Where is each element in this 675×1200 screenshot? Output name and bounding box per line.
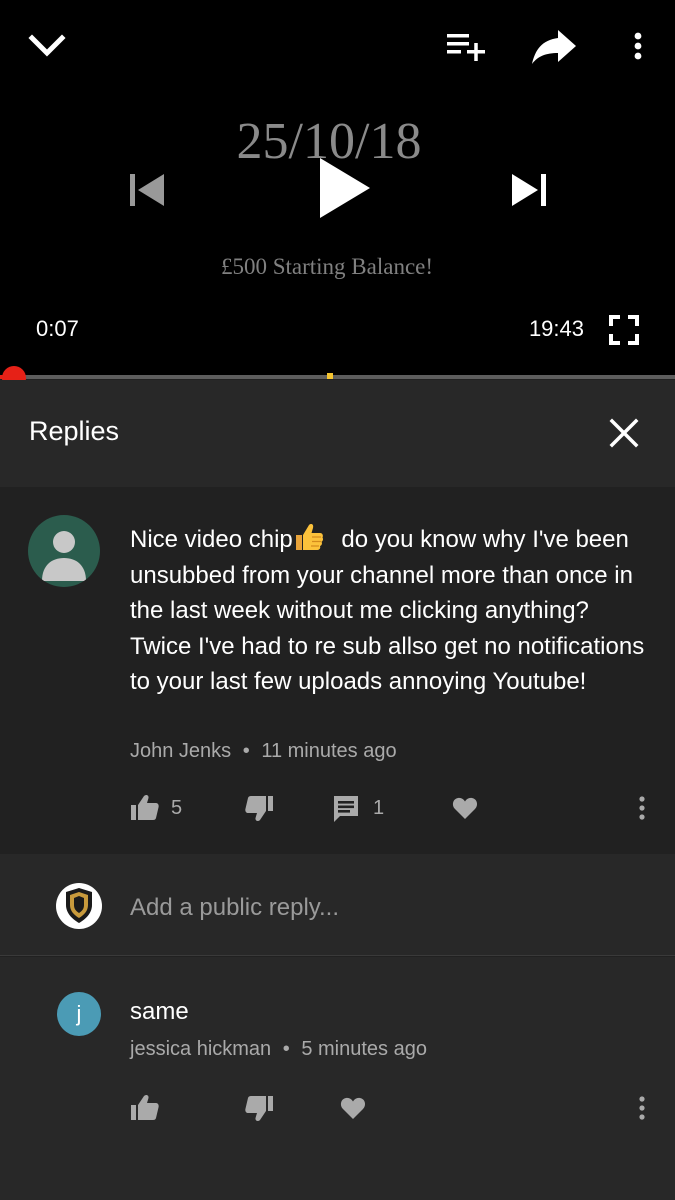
avatar[interactable] xyxy=(28,515,100,587)
comment-icon xyxy=(334,796,358,822)
more-vert-icon xyxy=(639,1096,645,1120)
comment-text-part1: Nice video chip xyxy=(130,526,293,553)
duration-time: 19:43 xyxy=(528,316,584,341)
reply-meta: jessica hickman • 5 minutes ago xyxy=(130,1038,427,1061)
meta-separator: • xyxy=(242,740,250,762)
current-time: 0:07 xyxy=(36,316,79,341)
share-icon[interactable] xyxy=(530,26,578,66)
thumbs-up-icon xyxy=(131,1094,159,1120)
dislike-button[interactable] xyxy=(244,790,274,826)
dislike-button[interactable] xyxy=(244,1090,274,1126)
close-icon[interactable] xyxy=(608,417,640,449)
comment-actions: 5 1 xyxy=(130,790,655,826)
replies-title: Replies xyxy=(29,416,120,446)
add-reply-row[interactable]: Add a public reply... xyxy=(0,854,675,956)
shield-logo-icon xyxy=(66,888,92,923)
thumbs-down-icon xyxy=(245,796,273,822)
progress-bar[interactable] xyxy=(0,373,675,379)
reply-button[interactable]: 1 xyxy=(331,790,384,826)
reply-text: same xyxy=(130,998,189,1025)
play-icon[interactable] xyxy=(316,154,372,222)
avatar[interactable]: j xyxy=(57,992,101,1036)
reply-input[interactable]: Add a public reply... xyxy=(130,894,339,922)
chevron-down-icon[interactable] xyxy=(28,28,66,64)
creator-heart-button[interactable] xyxy=(451,790,479,826)
reply-more-button[interactable] xyxy=(635,1090,649,1126)
parent-comment: Nice video chip do you know why I've bee… xyxy=(0,487,675,854)
skip-next-icon[interactable] xyxy=(510,170,548,210)
heart-icon xyxy=(340,1097,366,1119)
like-button[interactable]: 5 xyxy=(130,790,182,826)
ad-marker xyxy=(327,373,333,379)
my-avatar[interactable] xyxy=(56,883,102,929)
comment-more-button[interactable] xyxy=(635,790,649,826)
comment-text: Nice video chip do you know why I've bee… xyxy=(130,521,655,700)
fullscreen-icon[interactable] xyxy=(609,315,639,345)
thumbs-down-icon xyxy=(245,1096,273,1122)
slide-subtitle-text: £500 Starting Balance! xyxy=(220,254,434,279)
reply-author[interactable]: jessica hickman xyxy=(130,1038,271,1060)
replies-header: Replies xyxy=(0,380,675,487)
reply-count: 1 xyxy=(373,796,385,819)
reply-comment: j same jessica hickman • 5 minutes ago xyxy=(0,957,675,1200)
meta-separator: • xyxy=(282,1038,290,1060)
default-avatar-icon xyxy=(42,531,86,581)
creator-heart-button[interactable] xyxy=(339,1090,367,1126)
more-vert-icon xyxy=(639,796,645,820)
heart-icon xyxy=(452,797,478,819)
comment-timestamp: 11 minutes ago xyxy=(261,740,397,762)
skip-previous-icon[interactable] xyxy=(128,170,166,210)
like-count: 5 xyxy=(171,796,183,819)
video-player[interactable]: 25/10/18 £500 Starting Balance! 0:07 19:… xyxy=(0,0,675,390)
thumbs-up-emoji-icon xyxy=(295,524,323,550)
reply-actions xyxy=(130,1090,655,1126)
more-vert-icon[interactable] xyxy=(626,28,650,64)
add-to-queue-icon[interactable] xyxy=(443,28,487,64)
thumbs-up-icon xyxy=(131,794,159,820)
comment-meta: John Jenks • 11 minutes ago xyxy=(130,740,397,763)
comment-author[interactable]: John Jenks xyxy=(130,740,231,762)
like-button[interactable] xyxy=(130,1090,160,1126)
reply-timestamp: 5 minutes ago xyxy=(301,1038,427,1060)
